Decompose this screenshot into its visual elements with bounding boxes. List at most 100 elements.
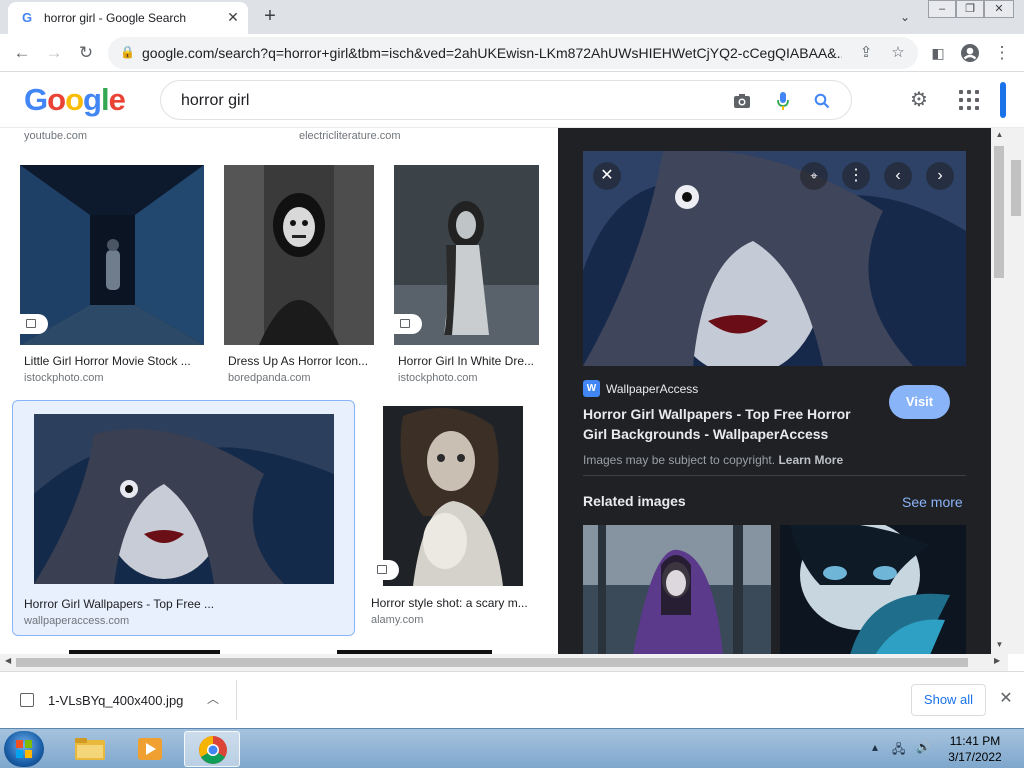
address-bar[interactable]: 🔒 google.com/search?q=horror+girl&tbm=is… <box>108 37 918 69</box>
media-player-icon[interactable] <box>122 731 178 767</box>
show-all-button[interactable]: Show all <box>911 684 986 716</box>
more-options-icon[interactable]: ⋮ <box>842 162 870 190</box>
image-file-icon[interactable] <box>20 693 34 707</box>
logo-letter: o <box>47 82 66 117</box>
result-source[interactable]: boredpanda.com <box>228 372 311 384</box>
search-box[interactable]: horror girl <box>160 80 852 120</box>
image-result[interactable]: Dress Up As Horror Icon... boredpanda.co… <box>218 158 382 388</box>
site-favicon-icon: W <box>583 380 600 397</box>
lock-icon[interactable]: 🔒 <box>120 45 135 59</box>
google-favicon-icon: G <box>22 10 33 25</box>
result-title[interactable]: Little Girl Horror Movie Stock ... <box>24 354 204 368</box>
visit-button[interactable]: Visit <box>889 385 950 419</box>
lens-search-icon[interactable]: ⌖ <box>800 162 828 190</box>
related-images-heading: Related images <box>583 493 686 509</box>
forward-button[interactable]: → <box>42 41 66 65</box>
tab-strip: G horror girl - Google Search ✕ + ⌄ – ❐ … <box>0 0 1024 34</box>
result-title[interactable]: Horror style shot: a scary m... <box>371 596 541 610</box>
windows-taskbar: ▴ 🖧 🔊 11:41 PM 3/17/2022 <box>0 728 1024 768</box>
back-button[interactable]: ← <box>10 41 34 65</box>
logo-letter: l <box>100 82 110 117</box>
related-image[interactable] <box>780 525 966 654</box>
url-text[interactable]: google.com/search?q=horror+girl&tbm=isch… <box>142 45 842 61</box>
clock-date[interactable]: 3/17/2022 <box>946 750 1004 764</box>
reload-button[interactable]: ↻ <box>74 41 98 65</box>
result-thumbnail[interactable] <box>383 406 523 586</box>
scroll-up-icon[interactable]: ▲ <box>991 130 1008 139</box>
image-result[interactable]: Horror Girl In White Dre... istockphoto.… <box>388 158 546 388</box>
preview-site-name[interactable]: WallpaperAccess <box>606 382 698 396</box>
horizontal-scrollbar[interactable]: ◀ ▶ <box>0 654 1008 671</box>
preview-title[interactable]: Horror Girl Wallpapers - Top Free Horror… <box>583 404 873 444</box>
image-result[interactable]: Little Girl Horror Movie Stock ... istoc… <box>14 158 214 388</box>
network-icon[interactable]: 🖧 <box>892 740 905 761</box>
voice-search-icon[interactable] <box>772 90 794 112</box>
camera-search-icon[interactable] <box>731 90 753 112</box>
see-more-link[interactable]: See more <box>902 494 963 510</box>
minimize-window-button[interactable]: – <box>928 0 956 18</box>
logo-letter: o <box>65 82 84 117</box>
result-source[interactable]: alamy.com <box>371 614 423 626</box>
image-result[interactable]: Horror style shot: a scary m... alamy.co… <box>365 400 545 636</box>
start-button[interactable] <box>4 731 44 767</box>
logo-letter: g <box>83 82 102 117</box>
search-icon[interactable] <box>811 90 833 112</box>
result-source[interactable]: youtube.com <box>24 130 87 142</box>
result-source[interactable]: istockphoto.com <box>24 372 103 384</box>
scroll-left-icon[interactable]: ◀ <box>5 656 11 665</box>
bookmark-star-icon[interactable]: ☆ <box>888 43 908 61</box>
scroll-down-icon[interactable]: ▼ <box>991 640 1008 649</box>
google-logo[interactable]: Google <box>24 82 126 118</box>
related-image[interactable] <box>583 525 771 654</box>
close-download-bar-icon[interactable]: ✕ <box>996 689 1016 709</box>
clock-time[interactable]: 11:41 PM <box>946 734 1004 748</box>
result-thumbnail[interactable] <box>20 165 204 345</box>
profile-avatar-icon[interactable] <box>958 41 982 65</box>
result-source[interactable]: electricliterature.com <box>299 130 400 142</box>
google-header: Google horror girl ⚙ <box>0 72 1024 128</box>
sign-in-indicator[interactable] <box>1000 82 1006 118</box>
image-result-selected[interactable]: Horror Girl Wallpapers - Top Free ... wa… <box>12 400 355 636</box>
result-title[interactable]: Horror Girl In White Dre... <box>398 354 540 368</box>
divider <box>236 680 237 720</box>
scroll-right-icon[interactable]: ▶ <box>994 656 1000 665</box>
chevron-up-icon[interactable]: ︿ <box>204 690 222 708</box>
show-hidden-icons-icon[interactable]: ▴ <box>872 740 878 754</box>
tab-search-chevron-icon[interactable]: ⌄ <box>894 6 916 28</box>
page-scrollbar[interactable] <box>1008 128 1024 654</box>
volume-icon[interactable]: 🔊 <box>916 740 931 754</box>
search-input[interactable]: horror girl <box>181 92 249 110</box>
browser-tab[interactable]: G horror girl - Google Search ✕ <box>8 2 248 34</box>
google-apps-icon[interactable] <box>957 88 981 112</box>
divider <box>583 475 966 476</box>
chrome-taskbar-icon[interactable] <box>184 731 240 767</box>
result-source[interactable]: istockphoto.com <box>398 372 477 384</box>
restore-window-button[interactable]: ❐ <box>956 0 984 18</box>
result-source[interactable]: wallpaperaccess.com <box>24 615 129 627</box>
scrollbar-thumb[interactable] <box>1011 160 1021 216</box>
browser-menu-icon[interactable]: ⋮ <box>990 41 1014 65</box>
share-icon[interactable]: ⇪ <box>856 43 876 61</box>
new-tab-button[interactable]: + <box>258 5 282 29</box>
image-badge-icon <box>371 560 399 580</box>
tab-close-icon[interactable]: ✕ <box>224 8 242 26</box>
browser-toolbar: ← → ↻ 🔒 google.com/search?q=horror+girl&… <box>0 34 1024 72</box>
side-panel-icon[interactable]: ◧ <box>926 41 950 65</box>
image-badge-icon <box>20 314 48 334</box>
close-window-button[interactable]: ✕ <box>984 0 1014 18</box>
scrollbar-thumb[interactable] <box>994 146 1004 278</box>
learn-more-link[interactable]: Learn More <box>778 453 843 467</box>
previous-image-icon[interactable]: ‹ <box>884 162 912 190</box>
result-title[interactable]: Horror Girl Wallpapers - Top Free ... <box>24 597 324 611</box>
scrollbar-thumb[interactable] <box>16 658 968 667</box>
result-thumbnail[interactable] <box>34 414 334 584</box>
panel-scrollbar[interactable]: ▲ ▼ <box>991 128 1008 654</box>
result-title[interactable]: Dress Up As Horror Icon... <box>228 354 378 368</box>
copyright-notice: Images may be subject to copyright. Lear… <box>583 453 843 467</box>
next-image-icon[interactable]: › <box>926 162 954 190</box>
settings-gear-icon[interactable]: ⚙ <box>907 88 931 112</box>
file-explorer-icon[interactable] <box>62 731 118 767</box>
download-file-name[interactable]: 1-VLsBYq_400x400.jpg <box>48 693 183 708</box>
result-thumbnail[interactable] <box>224 165 374 345</box>
close-preview-icon[interactable]: ✕ <box>593 162 621 190</box>
